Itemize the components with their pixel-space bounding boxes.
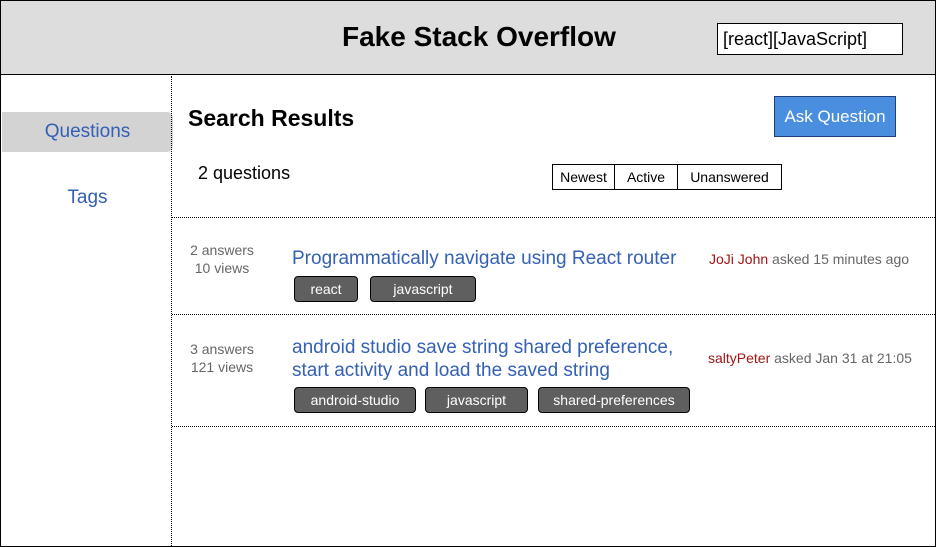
page-title: Search Results	[188, 105, 355, 131]
question-asked-time: asked 15 minutes ago	[772, 251, 910, 267]
search-input[interactable]	[717, 23, 903, 55]
tag-button[interactable]: react	[294, 276, 358, 302]
sidebar-divider	[171, 76, 172, 546]
tag-button[interactable]: shared-preferences	[538, 387, 690, 413]
sidebar-item-tags[interactable]: Tags	[2, 178, 173, 218]
sort-active-button[interactable]: Active	[615, 165, 678, 189]
header: Fake Stack Overflow	[1, 1, 935, 75]
question-title[interactable]: android studio save string shared prefer…	[292, 336, 692, 382]
answer-count: 2 answers	[190, 242, 254, 258]
tag-button[interactable]: android-studio	[294, 387, 416, 413]
question-meta: JoJi John asked 15 minutes ago	[709, 251, 909, 267]
sort-button-group: Newest Active Unanswered	[552, 164, 782, 190]
divider	[172, 426, 935, 427]
divider	[172, 314, 935, 315]
question-stats: 2 answers 10 views	[177, 241, 267, 277]
question-count: 2 questions	[198, 163, 291, 183]
sort-unanswered-button[interactable]: Unanswered	[678, 165, 781, 189]
question-stats: 3 answers 121 views	[177, 340, 267, 376]
site-title: Fake Stack Overflow	[342, 21, 616, 52]
divider	[172, 217, 935, 218]
ask-question-button[interactable]: Ask Question	[774, 96, 896, 137]
question-author[interactable]: JoJi John	[709, 251, 768, 267]
sidebar: Questions Tags	[1, 76, 173, 546]
question-author[interactable]: saltyPeter	[708, 350, 770, 366]
sidebar-item-questions[interactable]: Questions	[2, 112, 173, 152]
tag-button[interactable]: javascript	[370, 276, 476, 302]
sort-newest-button[interactable]: Newest	[553, 165, 615, 189]
question-meta: saltyPeter asked Jan 31 at 21:05	[708, 350, 912, 366]
answer-count: 3 answers	[190, 341, 254, 357]
view-count: 121 views	[190, 359, 254, 375]
view-count: 10 views	[194, 260, 250, 276]
question-asked-time: asked Jan 31 at 21:05	[774, 350, 912, 366]
question-title[interactable]: Programmatically navigate using React ro…	[292, 247, 692, 270]
tag-button[interactable]: javascript	[425, 387, 528, 413]
